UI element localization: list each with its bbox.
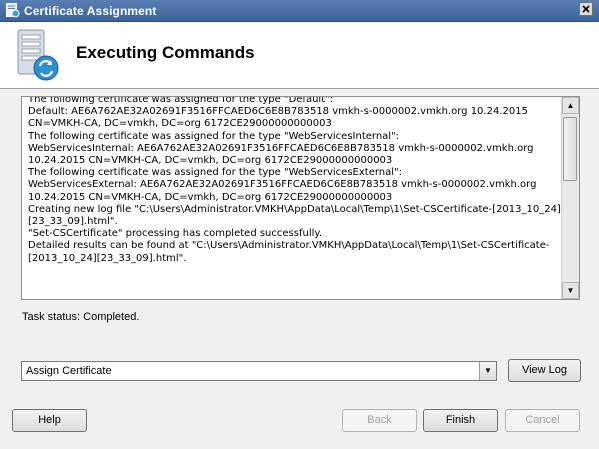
title-bar: Certificate Assignment [0,0,599,22]
log-line: Creating new log file "C:\Users\Administ… [28,203,561,215]
log-line: 10.24.2015 CN=VMKH-CA, DC=vmkh, DC=org 6… [28,191,393,203]
log-line: The following certificate was assigned f… [28,96,334,105]
arrow-down-icon: ▼ [566,286,575,295]
log-line: Detailed results can be found at "C:\Use… [28,240,550,252]
certificate-assignment-window: Certificate Assignment Executing Command… [0,0,599,449]
log-line: The following certificate was assigned f… [28,167,402,179]
wizard-header: Executing Commands [0,22,599,89]
task-status: Task status: Completed. [22,311,140,323]
log-line: [2013_10_24][23_33_09].html". [28,252,187,264]
cancel-button[interactable]: Cancel [505,409,580,432]
log-line: 10.24.2015 CN=VMKH-CA, DC=vmkh, DC=org 6… [28,155,393,167]
close-button[interactable] [579,2,593,16]
scroll-up-button[interactable]: ▲ [562,97,579,114]
log-line: [23_33_09].html". [28,216,118,228]
back-button[interactable]: Back [342,409,417,432]
scrollbar-thumb[interactable] [563,117,577,181]
chevron-down-icon: ▼ [484,366,492,375]
log-line: CN=VMKH-CA, DC=vmkh, DC=org 6172CE290000… [28,118,332,130]
log-line: The following certificate was assigned f… [28,130,400,142]
log-line: Default: AE6A762AE32A02691F3516FFCAED6C6… [28,106,528,118]
log-scrollbar[interactable]: ▲ ▼ [561,97,579,299]
log-output-panel[interactable]: The following certificate was assigned f… [21,96,580,300]
log-text: The following certificate was assigned f… [28,96,562,265]
window-title: Certificate Assignment [24,4,157,18]
action-select-value: Assign Certificate [26,365,112,377]
page-title: Executing Commands [76,43,255,62]
server-sync-icon [17,29,59,81]
action-select-dropdown-button[interactable]: ▼ [479,362,496,380]
certificate-app-icon [6,3,20,18]
scroll-down-button[interactable]: ▼ [562,282,579,299]
log-line: WebServicesInternal: AE6A762AE32A02691F3… [28,142,534,154]
log-line: WebServicesExternal: AE6A762AE32A02691F3… [28,179,537,191]
help-button[interactable]: Help [12,409,87,432]
finish-button[interactable]: Finish [423,409,498,432]
action-select[interactable]: Assign Certificate ▼ [21,361,497,381]
view-log-button[interactable]: View Log [508,359,581,382]
close-icon [582,5,590,13]
arrow-up-icon: ▲ [566,101,575,110]
log-line: "Set-CSCertificate" processing has compl… [28,228,323,240]
